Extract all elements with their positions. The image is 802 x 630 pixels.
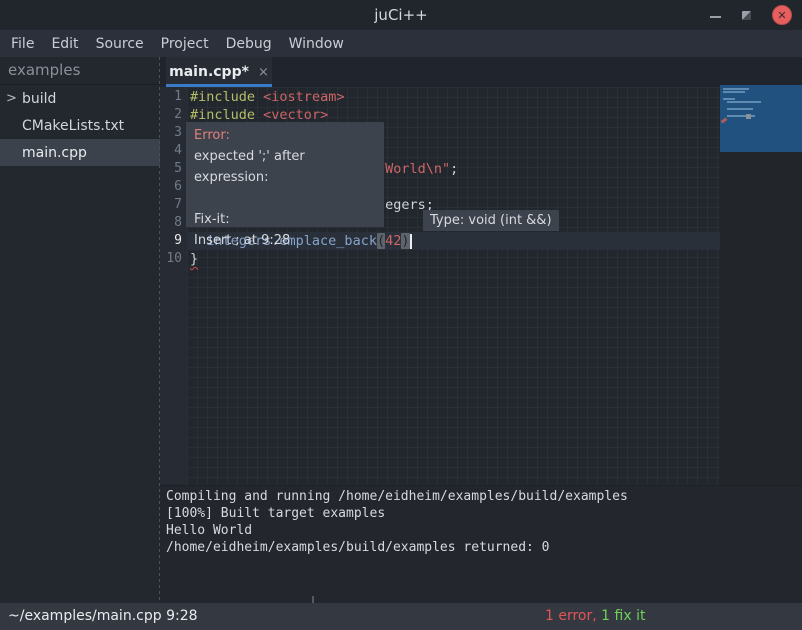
tree-item-label: CMakeLists.txt	[22, 118, 124, 134]
minimap-viewport[interactable]	[720, 85, 802, 152]
tab-main-cpp[interactable]: main.cpp* ×	[166, 57, 272, 87]
status-bar: ~/examples/main.cpp 9:28 1 error, 1 fix …	[0, 603, 802, 630]
main-pane: main.cpp* × 1 #include <iostream> 2 #includ…	[160, 57, 802, 603]
menu-item-window[interactable]: Window	[289, 36, 344, 52]
juci-window: juCi++ ✕ File Edit Source Project Debug Windo…	[0, 0, 802, 630]
token-num: 42	[385, 233, 401, 249]
token-str: <vector>	[263, 107, 328, 123]
status-file-location: ~/examples/main.cpp 9:28	[8, 603, 198, 630]
minimap-code-line	[723, 91, 745, 93]
minimap-code-line	[727, 108, 753, 110]
line-number: 9	[160, 232, 182, 250]
tree-item-label: build	[22, 91, 56, 107]
error-tooltip-title: Error:	[194, 125, 376, 146]
line-number: 7	[160, 196, 182, 214]
file-tree-panel: examples >build CMakeLists.txt main.cpp	[0, 57, 160, 603]
menu-item-debug[interactable]: Debug	[226, 36, 272, 52]
tab-bar: main.cpp* ×	[160, 57, 802, 87]
tree-item-cmakelists-txt[interactable]: CMakeLists.txt	[0, 112, 160, 139]
tab-label: main.cpp*	[169, 64, 249, 80]
menu-item-project[interactable]: Project	[161, 36, 209, 52]
pane-grip[interactable]	[312, 596, 314, 603]
menu-item-edit[interactable]: Edit	[51, 36, 78, 52]
minimap-code-line	[723, 98, 735, 100]
token-bracket: (	[377, 233, 385, 249]
fixit-tooltip-title: Fix-it:	[194, 209, 376, 230]
code-text: #include <iostream>	[190, 88, 344, 106]
text-cursor	[410, 234, 412, 249]
minimap-code-line	[727, 101, 761, 103]
tree-item-main-cpp[interactable]: main.cpp	[0, 139, 160, 166]
terminal-line: Compiling and running /home/eidheim/exam…	[166, 488, 802, 505]
terminal-output[interactable]: Compiling and running /home/eidheim/exam…	[160, 485, 802, 603]
menu-bar: File Edit Source Project Debug Window	[0, 30, 802, 57]
close-icon[interactable]: ✕	[772, 5, 792, 25]
status-diagnostics: 1 error, 1 fix it	[545, 603, 645, 630]
fixit-tooltip-text: Insert ; at 9:28	[194, 230, 376, 251]
title-bar: juCi++ ✕	[0, 0, 802, 30]
minimap-code-line	[723, 88, 749, 90]
terminal-line: /home/eidheim/examples/build/examples re…	[166, 539, 802, 556]
fixit-count: 1 fix it	[597, 608, 646, 624]
code-text: }	[190, 250, 198, 268]
token-pp: #include	[190, 107, 255, 123]
error-tooltip: Error: expected ';' after expression: Fi…	[186, 122, 384, 227]
line-number: 10	[160, 250, 182, 268]
line-number: 3	[160, 124, 182, 142]
line-number: 2	[160, 106, 182, 124]
terminal-line: Hello World	[166, 522, 802, 539]
token-bracket: )	[401, 233, 409, 249]
minimap-cursor-mark	[746, 114, 751, 119]
menu-item-file[interactable]: File	[11, 36, 34, 52]
code-line-1[interactable]: 1 #include <iostream>	[160, 88, 720, 106]
window-controls: ✕	[710, 0, 792, 30]
line-number: 8	[160, 214, 182, 232]
line-number: 5	[160, 160, 182, 178]
chevron-right-icon[interactable]: >	[6, 91, 22, 106]
error-count: 1 error,	[545, 608, 597, 624]
window-title: juCi++	[0, 0, 802, 30]
tree-item-label: main.cpp	[22, 145, 87, 161]
tree-item-build[interactable]: >build	[0, 85, 160, 112]
error-tooltip-spacer	[194, 188, 376, 209]
token-pp: #include	[190, 89, 255, 105]
restore-icon[interactable]	[742, 11, 751, 20]
project-name-header: examples	[0, 57, 160, 85]
code-line-10[interactable]: 10}	[160, 250, 720, 268]
tab-close-icon[interactable]: ×	[258, 65, 269, 80]
minimap-error-mark	[721, 118, 728, 124]
minimize-icon[interactable]	[710, 16, 721, 18]
token-def	[255, 89, 263, 105]
terminal-line: [100%] Built target examples	[166, 505, 802, 522]
token-def	[255, 107, 263, 123]
file-tree: >build CMakeLists.txt main.cpp	[0, 85, 160, 166]
token-def: ;	[450, 161, 458, 177]
token-error: }	[190, 251, 198, 267]
menu-item-source[interactable]: Source	[96, 36, 144, 52]
line-number: 1	[160, 88, 182, 106]
line-number: 6	[160, 178, 182, 196]
token-str: <iostream>	[263, 89, 344, 105]
line-number: 4	[160, 142, 182, 160]
type-tooltip: Type: void (int &&)	[423, 210, 559, 231]
error-tooltip-message: expected ';' after expression:	[194, 146, 376, 188]
